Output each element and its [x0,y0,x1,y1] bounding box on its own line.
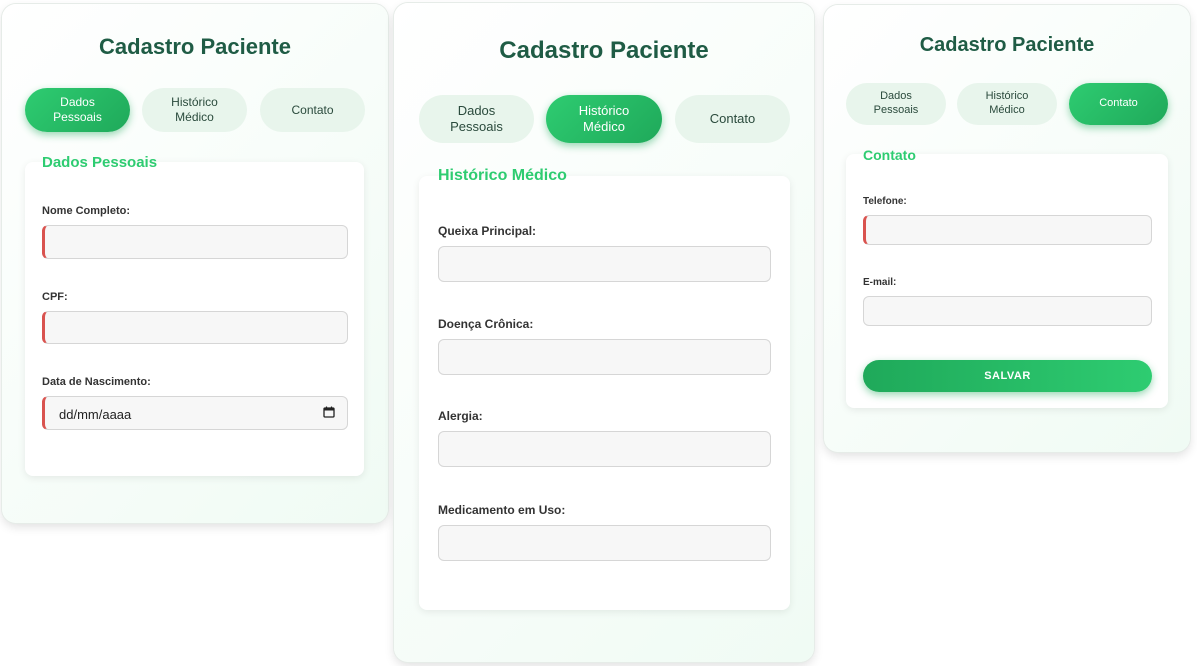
cpf-label: CPF: [42,291,68,303]
doenca-label: Doença Crônica: [438,317,534,331]
alergia-label: Alergia: [438,409,483,423]
page-title: Cadastro Paciente [499,37,709,64]
section-title: Dados Pessoais [42,154,158,171]
tab-dados-pessoais[interactable]: Dados Pessoais [419,95,534,143]
section-title: Histórico Médico [438,167,567,184]
tab-contato[interactable]: Contato [1069,83,1168,125]
date-placeholder: dd/mm/aaaa [59,407,132,422]
email-label: E-mail: [863,277,897,288]
doenca-cronica-field[interactable] [438,339,771,375]
tab-historico-medico[interactable]: Histórico Médico [957,83,1057,125]
queixa-label: Queixa Principal: [438,224,537,238]
medicamento-em-uso-field[interactable] [438,525,771,561]
alergia-field[interactable] [438,431,771,467]
tab-contato[interactable]: Contato [260,88,365,132]
save-button[interactable]: SALVAR [863,360,1152,392]
tab-contato[interactable]: Contato [675,95,790,143]
page-title: Cadastro Paciente [919,34,1095,56]
telefone-label: Telefone: [863,196,907,207]
queixa-principal-field[interactable] [438,246,771,282]
screen-dados-pessoais: Cadastro Paciente Dados Pessoais Históri… [2,4,388,523]
tab-dados-pessoais[interactable]: Dados Pessoais [25,88,130,132]
telefone-field[interactable] [863,215,1152,245]
page-title: Cadastro Paciente [99,34,291,59]
email-field[interactable] [863,296,1152,326]
nome-label: Nome Completo: [42,205,130,217]
cpf-field[interactable] [42,311,348,344]
screen-contato: Cadastro Paciente Dados Pessoais Históri… [824,5,1190,452]
medicamento-label: Medicamento em Uso: [438,503,566,517]
screen-historico-medico: Cadastro Paciente Dados Pessoais Históri… [394,3,814,662]
tab-historico-medico[interactable]: Histórico Médico [142,88,247,132]
data-nascimento-field[interactable]: dd/mm/aaaa [42,396,348,430]
data-nascimento-label: Data de Nascimento: [42,376,151,388]
calendar-icon[interactable] [323,406,335,418]
section-title: Contato [863,147,916,163]
nome-completo-field[interactable] [42,225,348,259]
tab-dados-pessoais[interactable]: Dados Pessoais [846,83,946,125]
tab-historico-medico[interactable]: Histórico Médico [546,95,662,143]
